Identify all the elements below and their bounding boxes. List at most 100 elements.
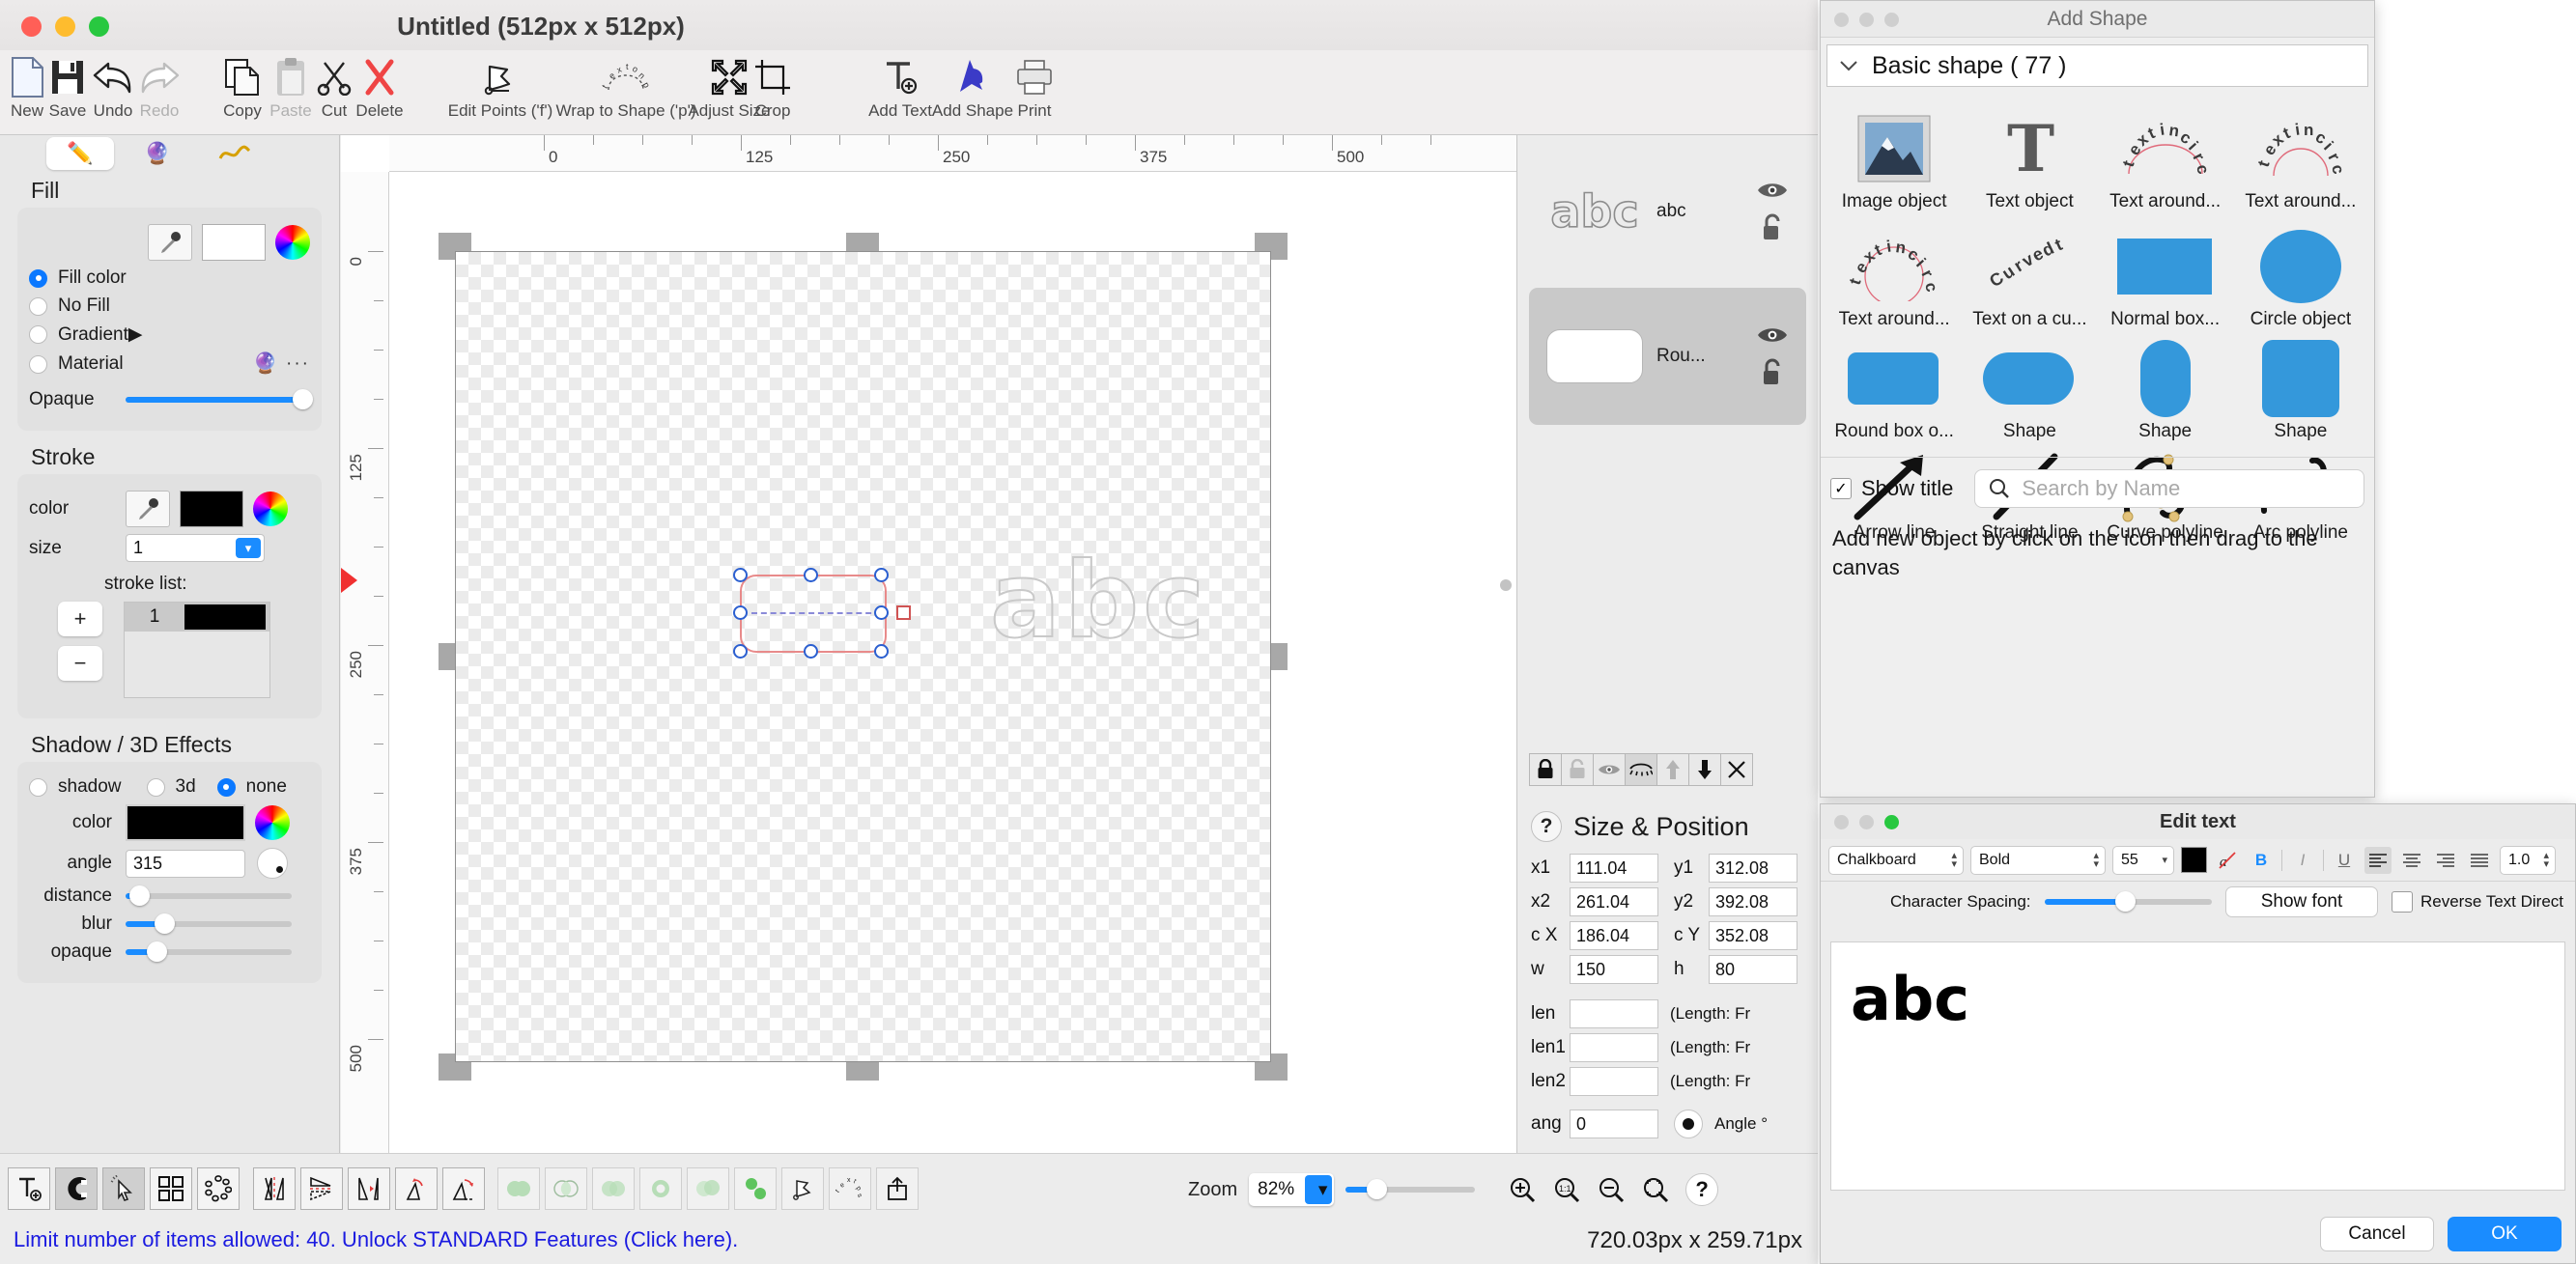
curve-tab[interactable] — [201, 137, 269, 170]
edit-text-maximize-button[interactable] — [1884, 815, 1899, 829]
flip-tool-button[interactable] — [348, 1167, 390, 1210]
canvas-area[interactable]: 0 125 250 375 500 0 125 250 375 5 — [341, 135, 1516, 1153]
shape-item-normal-box[interactable]: Normal box... — [2098, 215, 2233, 333]
material-tab[interactable]: 🔮 — [124, 137, 191, 170]
selection-handle-bc[interactable] — [804, 644, 818, 659]
ang-input[interactable]: 0 — [1570, 1110, 1658, 1138]
fill-eyedropper-button[interactable] — [148, 224, 192, 261]
canvas-text-object[interactable]: abc — [990, 541, 1208, 661]
shadow-mode-radio[interactable] — [29, 778, 47, 797]
gradient-radio[interactable] — [29, 325, 47, 344]
y2-input[interactable]: 392.08 — [1709, 887, 1798, 916]
edit-text-close-button[interactable] — [1834, 815, 1849, 829]
intersect-tool-button[interactable] — [545, 1167, 587, 1210]
shadow-none-radio[interactable] — [217, 778, 236, 797]
fill-opaque-slider[interactable] — [126, 397, 310, 403]
align-justify-button[interactable] — [2466, 847, 2493, 874]
canvas-scroll-indicator[interactable] — [1500, 579, 1512, 591]
shape-item-stadium[interactable]: Shape — [1962, 327, 2097, 445]
shape-item-text-around-1[interactable]: textincirc Text around... — [2098, 98, 2233, 215]
chevron-down-icon[interactable] — [1839, 60, 1858, 71]
w-input[interactable]: 150 — [1570, 955, 1658, 984]
edit-points-tool-button[interactable] — [781, 1167, 824, 1210]
edit-text-textarea[interactable]: abc — [1830, 941, 2565, 1191]
toolbar-redo-button[interactable]: Redo — [115, 54, 204, 121]
shape-item-round-box[interactable]: Round box o... — [1826, 327, 1962, 445]
cy-input[interactable]: 352.08 — [1709, 921, 1798, 950]
stroke-color-wheel-button[interactable] — [253, 492, 288, 526]
add-shape-minimize-button[interactable] — [1859, 13, 1874, 27]
text-on-path-tool-button[interactable]: textps — [829, 1167, 871, 1210]
y1-input[interactable]: 312.08 — [1709, 854, 1798, 883]
font-family-select[interactable]: Chalkboard ▴▾ — [1828, 846, 1964, 875]
fill-color-swatch[interactable] — [202, 224, 266, 261]
line-spacing-select[interactable]: 1.0 ▴▾ — [2500, 846, 2556, 875]
add-shape-maximize-button[interactable] — [1884, 13, 1899, 27]
len1-input[interactable] — [1570, 1033, 1658, 1062]
rotate-left-tool-button[interactable] — [395, 1167, 438, 1210]
delete-layer-button[interactable] — [1720, 753, 1753, 786]
len2-input[interactable] — [1570, 1067, 1658, 1096]
shape-item-circle-object[interactable]: Circle object — [2233, 215, 2368, 333]
stroke-size-stepper[interactable]: ▾ — [236, 538, 261, 558]
eye-visible-icon[interactable] — [1756, 181, 1789, 200]
selection-handle-tr[interactable] — [874, 568, 889, 582]
x1-input[interactable]: 111.04 — [1570, 854, 1658, 883]
add-shape-close-button[interactable] — [1834, 13, 1849, 27]
selection-handle-tc[interactable] — [804, 568, 818, 582]
layer-item-roundbox[interactable]: Rou... — [1529, 288, 1806, 425]
lock-layer-button[interactable] — [1529, 753, 1562, 786]
clear-formatting-icon[interactable]: a — [2214, 847, 2241, 874]
stroke-color-swatch[interactable] — [180, 491, 243, 527]
fill-color-radio[interactable] — [29, 269, 47, 288]
shape-item-text-object[interactable]: T Text object — [1962, 98, 2097, 215]
shadow-3d-radio[interactable] — [147, 778, 165, 797]
show-layer-button[interactable] — [1593, 753, 1626, 786]
stroke-add-button[interactable]: + — [58, 602, 102, 636]
zoom-in-icon[interactable] — [1508, 1175, 1537, 1204]
eye-visible-icon[interactable] — [1756, 325, 1789, 345]
shape-item-text-around-2[interactable]: textincirc Text around... — [2233, 98, 2368, 215]
stroke-remove-button[interactable]: − — [58, 646, 102, 681]
pencil-tab[interactable]: ✏️ — [46, 137, 114, 170]
selection-handle-tl[interactable] — [733, 568, 748, 582]
union-tool-button[interactable] — [497, 1167, 540, 1210]
toolbar-crop-button[interactable]: Crop — [728, 54, 817, 121]
export-tool-button[interactable] — [876, 1167, 919, 1210]
select-cursor-tool-button[interactable] — [102, 1167, 145, 1210]
len-input[interactable] — [1570, 999, 1658, 1028]
zoom-fit-icon[interactable] — [1641, 1175, 1670, 1204]
shape-item-vertical-stadium[interactable]: Shape — [2098, 327, 2233, 445]
basic-shape-accordion[interactable]: Basic shape ( 77 ) — [1826, 44, 2368, 87]
subtract-tool-button[interactable] — [639, 1167, 682, 1210]
italic-button[interactable]: I — [2289, 847, 2316, 874]
shadow-blur-slider[interactable] — [126, 921, 292, 927]
shadow-distance-slider[interactable] — [126, 893, 292, 899]
help-icon[interactable]: ? — [1685, 1173, 1718, 1206]
fill-option-no-fill[interactable]: No Fill — [29, 295, 310, 317]
shadow-color-swatch[interactable] — [126, 804, 245, 841]
fill-option-gradient[interactable]: Gradient▶ — [29, 323, 310, 346]
show-title-checkbox[interactable]: ✓ — [1830, 478, 1852, 499]
size-position-help-button[interactable]: ? — [1531, 811, 1562, 842]
underline-button[interactable]: U — [2331, 847, 2358, 874]
exclude-tool-button[interactable] — [687, 1167, 729, 1210]
ok-button[interactable]: OK — [2448, 1217, 2562, 1251]
material-radio[interactable] — [29, 355, 47, 374]
shadow-color-wheel-button[interactable] — [255, 805, 290, 840]
bold-button[interactable]: B — [2248, 847, 2275, 874]
unlock-layer-button[interactable] — [1561, 753, 1594, 786]
selection-handle-br[interactable] — [874, 644, 889, 659]
show-font-button[interactable]: Show font — [2225, 886, 2378, 917]
add-text-tool-button[interactable] — [8, 1167, 50, 1210]
reverse-text-checkbox[interactable] — [2392, 891, 2413, 913]
x2-input[interactable]: 261.04 — [1570, 887, 1658, 916]
magnet-snap-tool-button[interactable] — [55, 1167, 98, 1210]
hide-layer-button[interactable] — [1625, 753, 1657, 786]
stroke-list[interactable]: 1 — [124, 602, 270, 698]
shadow-opaque-slider[interactable] — [126, 949, 292, 955]
zoom-select[interactable]: 82% ▾ — [1249, 1173, 1334, 1206]
edit-text-minimize-button[interactable] — [1859, 815, 1874, 829]
move-layer-up-button[interactable] — [1656, 753, 1689, 786]
fill-color-wheel-button[interactable] — [275, 225, 310, 260]
